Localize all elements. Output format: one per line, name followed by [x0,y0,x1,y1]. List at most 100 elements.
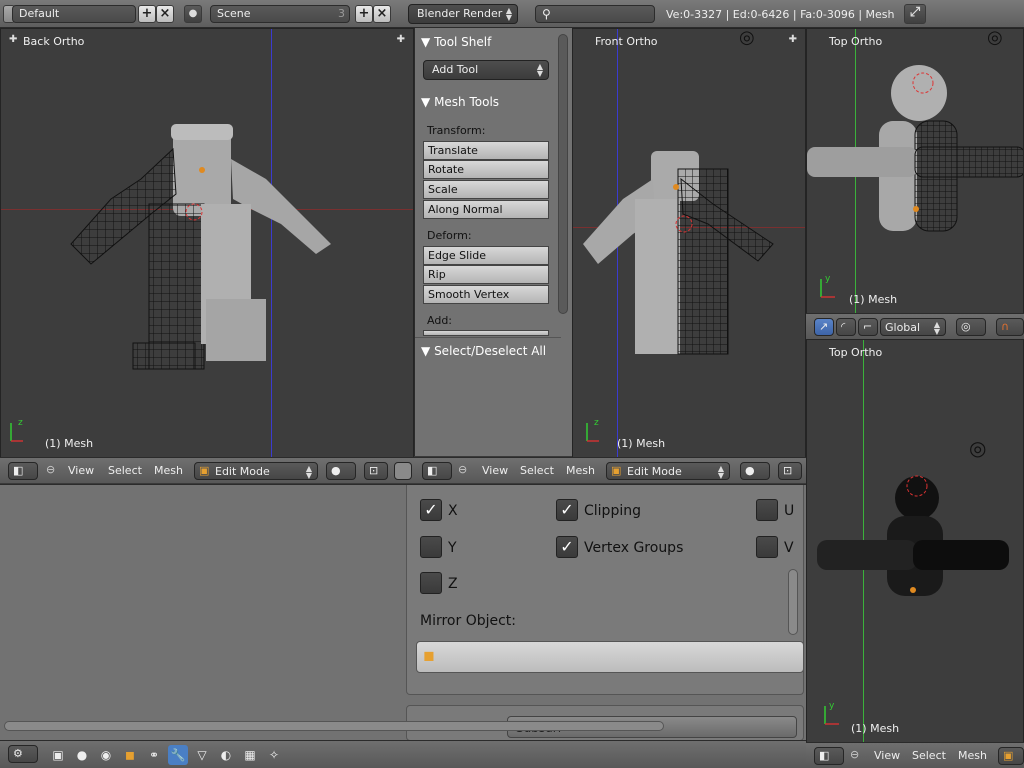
mirror-v-checkbox[interactable] [756,536,778,558]
scene-field[interactable]: Scene 3 [210,5,350,23]
modifiers-tab-icon[interactable]: 🔧 [168,745,188,765]
clipping-label: Clipping [584,503,641,519]
collapse-icon[interactable]: ⊖ [850,748,859,761]
menu-mesh[interactable]: Mesh [566,464,595,477]
data-tab-icon[interactable]: ▽ [192,745,212,765]
menu-view[interactable]: View [874,749,900,762]
cube-icon: ◧ [819,749,830,762]
texture-tab-icon[interactable]: ▦ [240,745,260,765]
collapse-icon[interactable]: ⊖ [458,463,467,476]
tool-shelf-header[interactable]: ▼ Tool Shelf [421,35,491,49]
scale-manipulator-icon[interactable]: ⌐ [858,318,878,336]
properties-editor-icon: ⚙ [13,747,23,760]
translate-button[interactable]: Translate [423,141,549,160]
menu-view[interactable]: View [482,464,508,477]
svg-text:y: y [829,701,835,711]
add-tool-label: Add Tool [432,63,479,76]
mirror-object-field[interactable]: ◼ [416,641,804,673]
constraints-tab-icon[interactable]: ⚭ [144,745,164,765]
shading-select[interactable]: ● [326,462,356,480]
editor-type-button[interactable]: ◧ [422,462,452,480]
viewport-front-ortho[interactable]: Front Ortho ✚ ◎ z (1) Mesh [572,28,806,458]
collapse-icon[interactable]: ⊖ [46,463,55,476]
pivot-select[interactable]: ⊡ [778,462,802,480]
viewport-top-ortho-upper[interactable]: Top Ortho ◎ y (1) Mesh [806,28,1024,314]
menu-select[interactable]: Select [912,749,946,762]
render-engine-select[interactable]: Blender Render ▲ ▼ [408,4,518,24]
menu-select[interactable]: Select [108,464,142,477]
viewport-header-front: ◧ ⊖ View Select Mesh ▣ Edit Mode ▲ ▼ ● ⊡ [414,457,806,483]
menu-select[interactable]: Select [520,464,554,477]
viewport-back-ortho[interactable]: ✚ ✚ Back Ortho z (1) Mesh [0,28,414,458]
mesh-back-view: z [10,124,331,442]
edge-slide-button[interactable]: Edge Slide [423,246,549,265]
add-tool-select[interactable]: Add Tool ▲ ▼ [423,60,549,80]
add-layout-icon[interactable]: + [138,5,156,23]
select-deselect-header[interactable]: ▼ Select/Deselect All [421,344,546,358]
menu-view[interactable]: View [68,464,94,477]
props-scrollbar[interactable] [788,569,798,635]
menu-mesh[interactable]: Mesh [154,464,183,477]
layers-select[interactable]: ◎ [956,318,986,336]
panel-divider [415,337,561,338]
rotate-manipulator-icon[interactable]: ◜ [836,318,856,336]
scene-name: Scene [217,7,251,20]
mode-select[interactable]: ▣ Edit Mode ▲ ▼ [606,462,730,480]
world-tab-icon[interactable]: ◉ [96,745,116,765]
smooth-vertex-button[interactable]: Smooth Vertex [423,285,549,304]
updown-arrows-icon: ▲ ▼ [536,62,543,78]
scale-button[interactable]: Scale [423,180,549,199]
mirror-z-checkbox[interactable] [420,572,442,594]
add-scene-icon[interactable]: + [355,5,373,23]
mesh-front-view: z [583,151,774,442]
add-button-partial[interactable] [423,330,549,336]
editor-type-button[interactable]: ⚙ [8,745,38,763]
snap-toggle[interactable]: ∩ [996,318,1024,336]
scene-icon[interactable]: ● [184,5,202,23]
arc-icon: ◜ [841,320,846,333]
mesh-tools-header[interactable]: ▼ Mesh Tools [421,95,499,109]
cube-icon: ◧ [427,464,438,477]
rotate-button[interactable]: Rotate [423,160,549,179]
object-tab-icon[interactable]: ◼ [120,745,140,765]
mode-label: Edit Mode [215,465,270,478]
pivot-select[interactable]: ⊡ [364,462,388,480]
particles-tab-icon[interactable]: ✧ [264,745,284,765]
delete-scene-icon[interactable]: × [373,5,391,23]
search-icon: ⚲ [542,7,551,21]
manipulator-toggle[interactable] [394,462,412,480]
mesh-tools-title: Mesh Tools [434,95,500,109]
fullscreen-icon[interactable]: ⤢ [904,4,926,24]
collapse-triangle-icon: ▼ [421,35,431,49]
vertex-groups-checkbox[interactable]: ✓ [556,536,578,558]
shading-select[interactable]: ● [740,462,770,480]
render-tab-icon[interactable]: ▣ [48,745,68,765]
render-engine-label: Blender Render [417,7,503,20]
editor-type-button[interactable]: ◧ [814,747,844,765]
material-tab-icon[interactable]: ◐ [216,745,236,765]
orientation-select[interactable]: Global ▲ ▼ [880,318,946,336]
pivot-icon: ⊡ [783,464,793,477]
mirror-v-label: V [784,540,794,556]
viewport-top-ortho-lower[interactable]: Top Ortho ◎ y (1) Mesh [806,339,1024,743]
horizontal-scrollbar[interactable] [4,721,664,731]
layers-icon: ◎ [961,320,971,333]
tool-shelf-panel: ▼ Tool Shelf Add Tool ▲ ▼ ▼ Mesh Tools Tr… [414,28,573,456]
tool-shelf-scrollbar[interactable] [558,34,568,314]
mirror-x-checkbox[interactable]: ✓ [420,499,442,521]
collapse-triangle-icon: ▼ [421,344,431,358]
mirror-u-checkbox[interactable] [756,499,778,521]
mode-select[interactable]: ▣ Edit Mode ▲ ▼ [194,462,318,480]
clipping-checkbox[interactable]: ✓ [556,499,578,521]
menu-mesh[interactable]: Mesh [958,749,987,762]
rip-button[interactable]: Rip [423,265,549,284]
editor-type-button[interactable]: ◧ [8,462,38,480]
mode-select[interactable]: ▣ [998,747,1024,765]
mirror-y-checkbox[interactable] [420,536,442,558]
layout-field[interactable]: Default [12,5,136,23]
search-field[interactable]: ⚲ [535,5,655,23]
along-normal-button[interactable]: Along Normal [423,200,549,219]
scene-tab-icon[interactable]: ● [72,745,92,765]
delete-layout-icon[interactable]: × [156,5,174,23]
translate-manipulator-icon[interactable]: ↗ [814,318,834,336]
